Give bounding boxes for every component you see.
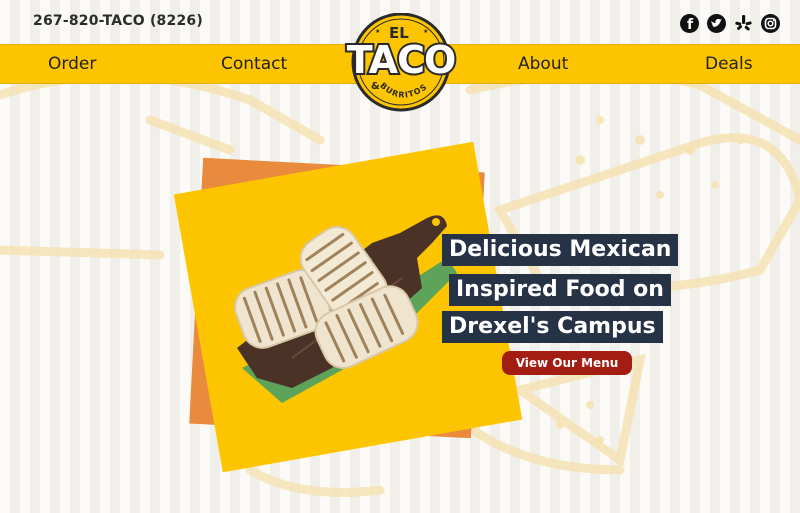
nav-contact[interactable]: Contact bbox=[221, 54, 287, 74]
twitter-icon[interactable] bbox=[707, 14, 726, 33]
social-links: f bbox=[680, 14, 780, 33]
nav-about[interactable]: About bbox=[518, 54, 568, 74]
burritos-image bbox=[234, 215, 457, 403]
el-taco-logo[interactable]: ★ ★ EL TACO & BURRITOS bbox=[339, 13, 463, 113]
phone-number-link[interactable]: 267-820-TACO (8226) bbox=[33, 13, 203, 29]
svg-text:★: ★ bbox=[375, 28, 380, 35]
logo-taco-text: TACO bbox=[347, 38, 456, 82]
facebook-icon[interactable]: f bbox=[680, 14, 699, 33]
svg-text:f: f bbox=[687, 17, 694, 33]
headline-line-3: Drexel's Campus bbox=[442, 311, 663, 343]
nav-order[interactable]: Order bbox=[48, 54, 96, 74]
headline-line-1: Delicious Mexican bbox=[442, 234, 679, 266]
yelp-icon[interactable] bbox=[734, 14, 753, 33]
instagram-icon[interactable] bbox=[761, 14, 780, 33]
logo-amp-text: & bbox=[371, 81, 380, 92]
headline-line-2: Inspired Food on bbox=[449, 274, 671, 306]
view-menu-button[interactable]: View Our Menu bbox=[502, 351, 632, 375]
nav-deals[interactable]: Deals bbox=[705, 54, 753, 74]
svg-text:★: ★ bbox=[423, 28, 428, 35]
